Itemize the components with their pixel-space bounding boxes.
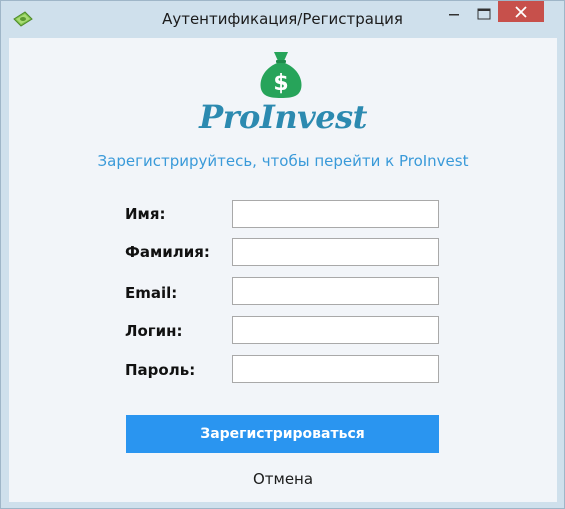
- maximize-icon: [477, 8, 491, 20]
- form-subtitle: Зарегистрируйтесь, чтобы перейти к ProIn…: [97, 152, 469, 170]
- registration-window: Аутентификация/Регистрация $ ProInvest З…: [0, 0, 565, 509]
- dollar-sign: $: [273, 71, 288, 96]
- registration-form: $ ProInvest Зарегистрируйтесь, чтобы пер…: [9, 38, 557, 502]
- login-input[interactable]: [232, 316, 439, 344]
- password-input[interactable]: [232, 355, 439, 383]
- login-label: Логин:: [125, 322, 183, 340]
- close-button[interactable]: [498, 1, 544, 22]
- close-icon: [515, 5, 527, 18]
- logo-text: ProInvest: [199, 98, 367, 136]
- minimize-icon: [449, 14, 459, 16]
- last-name-label: Фамилия:: [125, 243, 210, 261]
- cancel-button[interactable]: Отмена: [9, 470, 557, 488]
- maximize-button[interactable]: [471, 1, 497, 27]
- minimize-button[interactable]: [441, 1, 467, 27]
- email-label: Email:: [125, 284, 178, 302]
- first-name-input[interactable]: [232, 200, 439, 228]
- first-name-label: Имя:: [125, 205, 166, 223]
- password-label: Пароль:: [125, 361, 196, 379]
- money-bag-icon: $: [257, 49, 305, 99]
- email-input[interactable]: [232, 277, 439, 305]
- register-button[interactable]: Зарегистрироваться: [126, 415, 439, 453]
- last-name-input[interactable]: [232, 238, 439, 266]
- title-bar[interactable]: Аутентификация/Регистрация: [1, 1, 564, 38]
